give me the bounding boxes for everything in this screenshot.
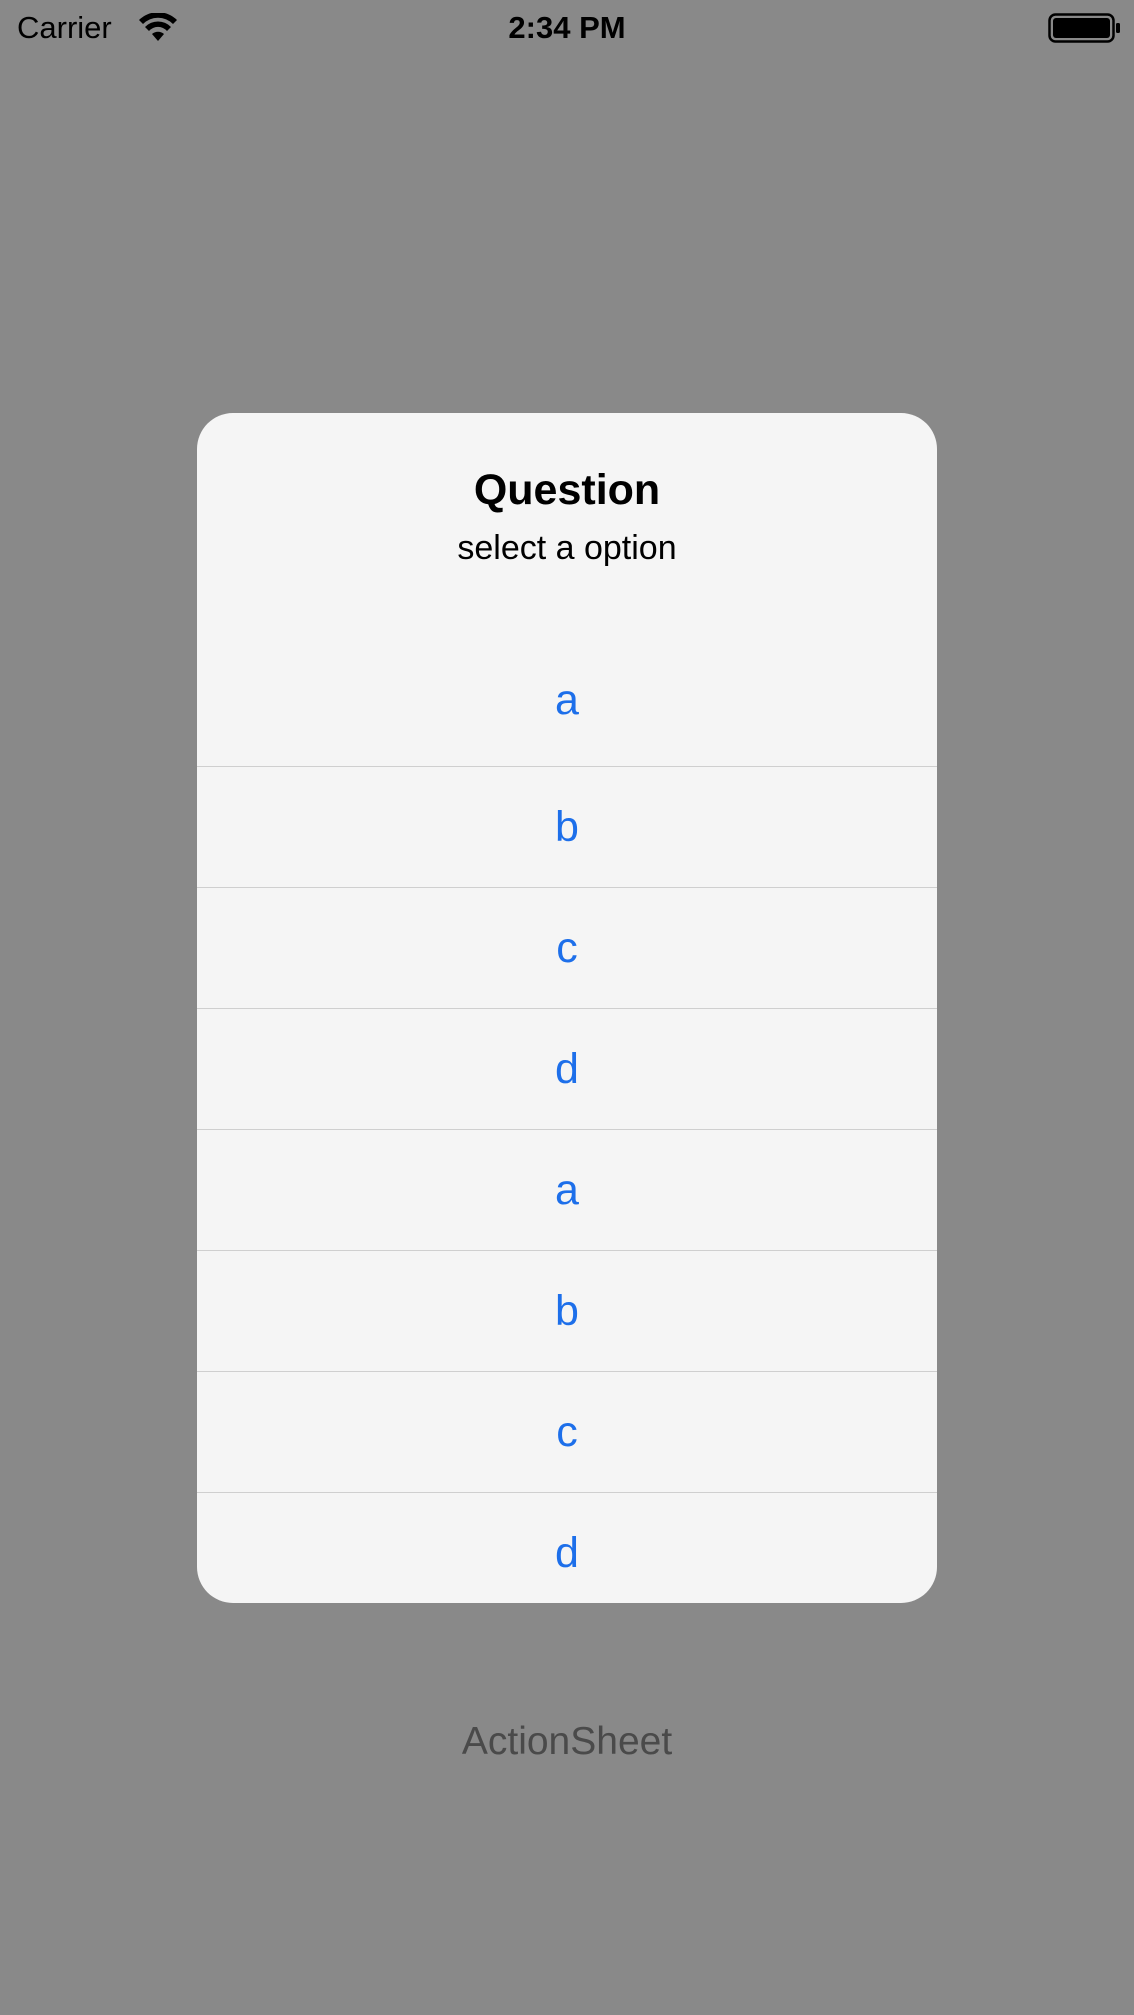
- option-button[interactable]: b: [197, 766, 937, 887]
- option-button[interactable]: a: [197, 1129, 937, 1250]
- battery-icon: [1048, 13, 1120, 43]
- status-time: 2:34 PM: [508, 10, 626, 45]
- option-button[interactable]: b: [197, 1250, 937, 1371]
- alert-header: Question select a option: [197, 413, 937, 635]
- option-button[interactable]: d: [197, 1492, 937, 1603]
- option-button[interactable]: c: [197, 1371, 937, 1492]
- status-bar: Carrier 2:34 PM: [0, 0, 1134, 56]
- option-button[interactable]: a: [197, 635, 937, 766]
- option-button[interactable]: c: [197, 887, 937, 1008]
- option-button[interactable]: d: [197, 1008, 937, 1129]
- alert-dialog: Question select a option a b c d a b c d: [197, 413, 937, 1603]
- alert-title: Question: [473, 466, 661, 514]
- action-sheet-label[interactable]: ActionSheet: [0, 1718, 1134, 1766]
- alert-message: select a option: [457, 529, 677, 567]
